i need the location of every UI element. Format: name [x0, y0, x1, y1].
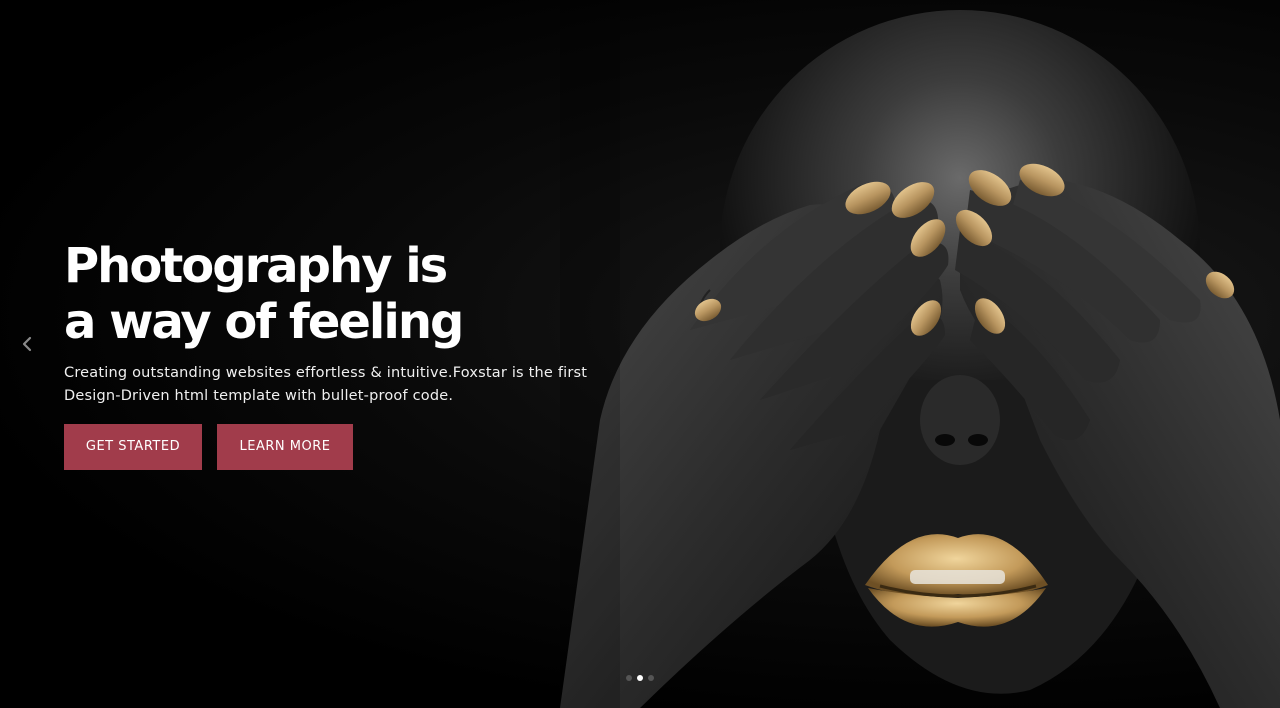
- headline-line-2: a way of feeling: [64, 294, 464, 350]
- chevron-left-icon: [22, 336, 32, 352]
- learn-more-button[interactable]: LEARN MORE: [217, 424, 353, 470]
- hero-content: Photography is a way of feeling Creating…: [64, 238, 624, 470]
- slider-dot-2[interactable]: [637, 675, 643, 681]
- slider-dot-3[interactable]: [648, 675, 654, 681]
- headline-line-1: Photography is: [64, 238, 448, 294]
- hero-subtitle: Creating outstanding websites effortless…: [64, 365, 588, 404]
- hero-slider: Photography is a way of feeling Creating…: [0, 0, 1280, 708]
- slider-dots: [626, 675, 654, 681]
- hero-headline: Photography is a way of feeling: [64, 238, 624, 350]
- get-started-button[interactable]: GET STARTED: [64, 424, 202, 470]
- slider-dot-1[interactable]: [626, 675, 632, 681]
- hero-buttons: GET STARTED LEARN MORE: [64, 424, 624, 470]
- hero-photo: [560, 0, 1280, 708]
- slider-prev-button[interactable]: [16, 332, 40, 356]
